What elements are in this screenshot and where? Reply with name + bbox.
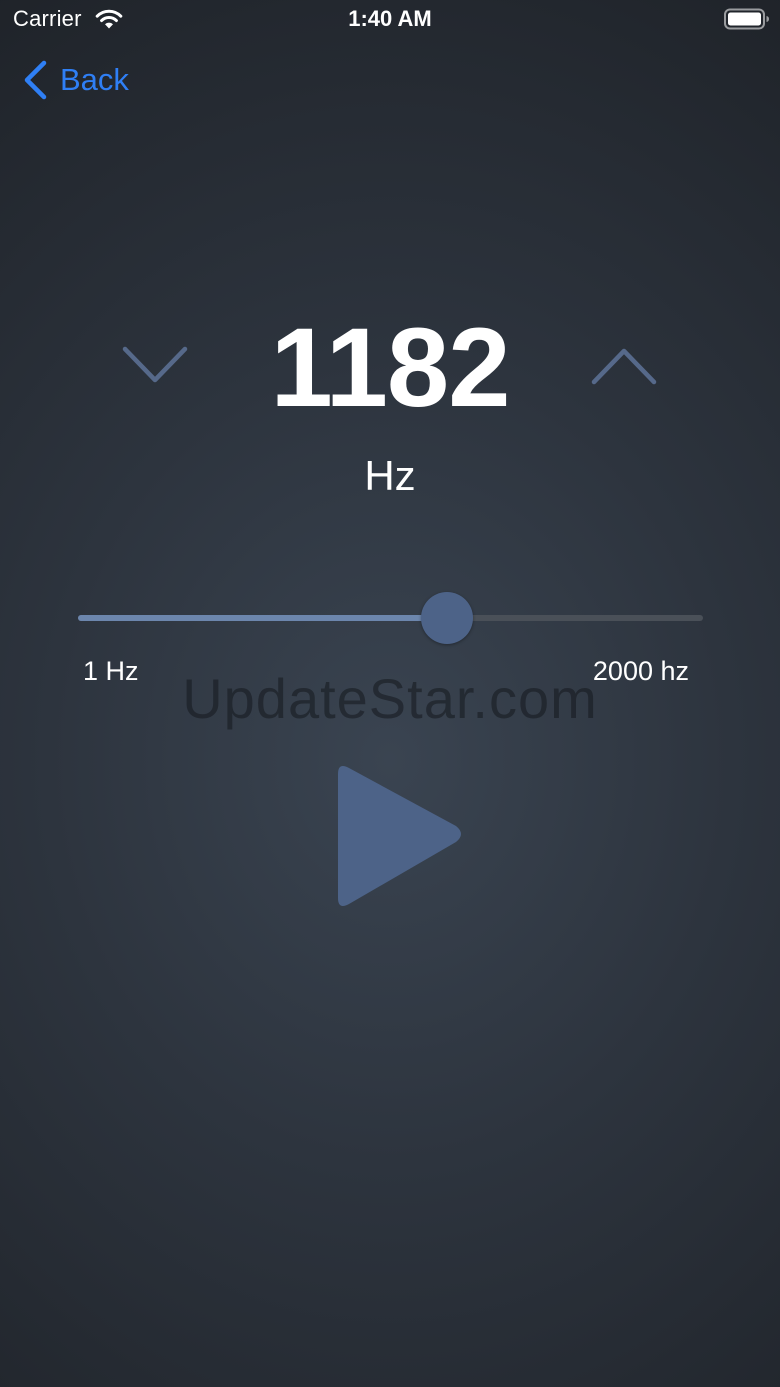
slider-thumb[interactable] (421, 592, 473, 644)
back-button[interactable]: Back (22, 58, 129, 102)
slider-fill (78, 615, 447, 621)
frequency-unit: Hz (364, 452, 416, 499)
chevron-up-icon[interactable] (589, 340, 659, 390)
back-label: Back (60, 62, 129, 97)
frequency-slider[interactable] (78, 592, 703, 644)
battery-icon (724, 8, 769, 30)
play-icon[interactable] (330, 760, 470, 912)
tone-generator-screen: Carrier 1:40 AM Back 1182 Hz 1 Hz 2000 h… (0, 0, 780, 1387)
status-time: 1:40 AM (348, 6, 432, 31)
frequency-value: 1182 (270, 305, 511, 430)
status-bar: Carrier 1:40 AM (0, 0, 780, 40)
chevron-down-icon[interactable] (120, 340, 190, 390)
chevron-left-icon (24, 60, 47, 100)
watermark: UpdateStar.com (182, 667, 598, 730)
